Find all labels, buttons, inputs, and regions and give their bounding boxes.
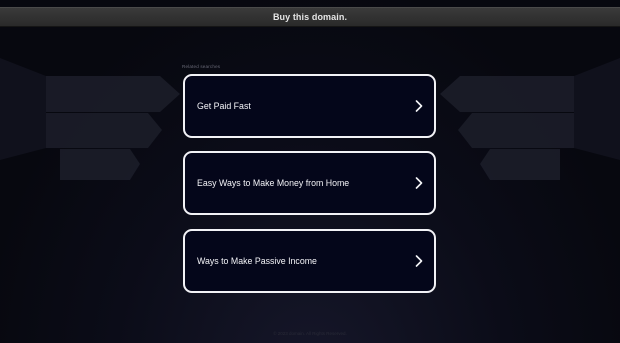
buy-domain-label[interactable]: Buy this domain.: [273, 12, 347, 22]
left-wing: [0, 58, 46, 160]
right-wing: [574, 58, 620, 160]
right-ribbon-3: [480, 149, 560, 180]
right-ribbon-1: [440, 76, 574, 112]
buy-domain-bar[interactable]: Buy this domain.: [0, 7, 620, 27]
related-searches-heading: Related searches: [182, 64, 221, 69]
related-search-item-3[interactable]: Ways to Make Passive Income: [183, 229, 436, 293]
related-search-item-1[interactable]: Get Paid Fast: [183, 74, 436, 138]
left-ribbon-2: [46, 113, 162, 148]
right-ribbon-2: [458, 113, 574, 148]
chevron-right-icon[interactable]: [414, 254, 424, 268]
left-ribbon-3: [60, 149, 140, 180]
left-ribbon-1: [46, 76, 180, 112]
related-search-label[interactable]: Get Paid Fast: [197, 101, 251, 111]
chevron-right-icon[interactable]: [414, 99, 424, 113]
footer-copyright: © 2023 domain. All Rights Reserved.: [273, 331, 347, 336]
related-search-label[interactable]: Ways to Make Passive Income: [197, 256, 317, 266]
chevron-right-icon[interactable]: [414, 176, 424, 190]
related-search-item-2[interactable]: Easy Ways to Make Money from Home: [183, 151, 436, 215]
related-search-label[interactable]: Easy Ways to Make Money from Home: [197, 178, 349, 188]
